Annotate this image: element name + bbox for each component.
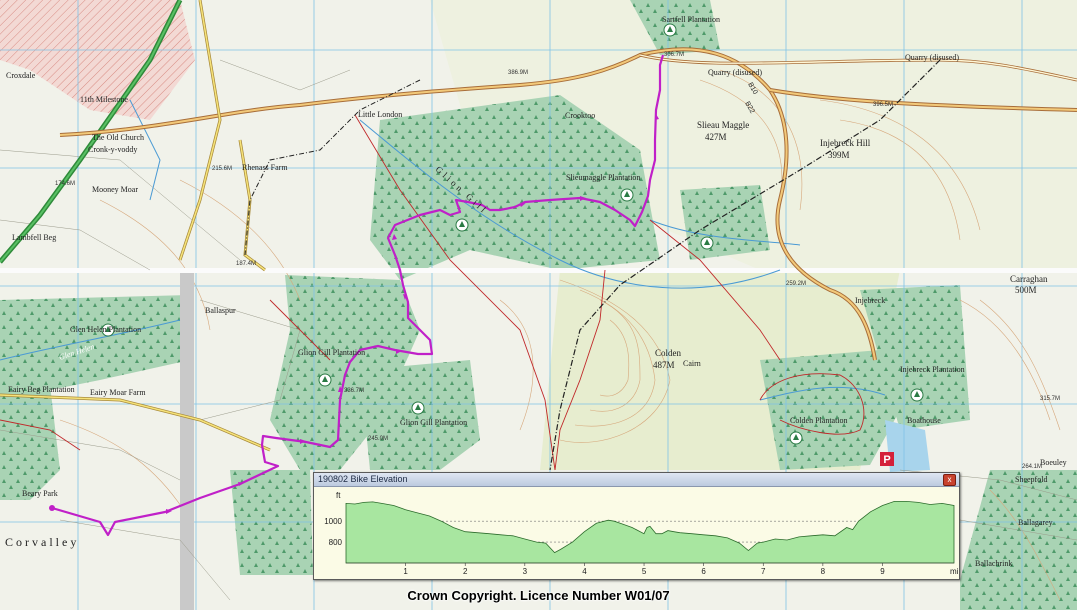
place-injebreck: Injebreck [855, 296, 885, 305]
place-the-old-church: The Old Church [92, 133, 144, 142]
place-beary-park: Beary Park [22, 489, 58, 498]
spot-height: 386.9M [508, 70, 528, 76]
place-colden-plantation: Colden Plantation [790, 416, 848, 425]
x-tick-label: 7 [761, 567, 766, 576]
elevation-window-titlebar[interactable]: 190802 Bike Elevation x [314, 473, 959, 487]
place-ballachrink: Ballachrink [975, 559, 1012, 568]
place-mooney-moar: Mooney Moar [92, 185, 138, 194]
place-injebreck-plantation: Injebreck Plantation [900, 365, 965, 374]
place-slieumaggle-plantation: Slieumaggle Plantation [566, 173, 640, 182]
place-corvalley: Croxdale [6, 71, 36, 80]
place-injebreck-hill: Injebreck Hill [820, 138, 871, 148]
x-tick-label: 5 [642, 567, 647, 576]
place-sartfell-plantation: Sartfell Plantation [662, 15, 720, 24]
place-colden-height: 487M [653, 360, 675, 370]
elevation-profile-window[interactable]: 190802 Bike Elevation x 800 1000 12345678… [313, 472, 960, 580]
spot-height: 215.6M [212, 166, 232, 172]
spot-height: 245.0M [368, 436, 388, 442]
close-button[interactable]: x [943, 474, 956, 486]
south-plantation-area [230, 470, 313, 575]
place-slieau-maggle-height: 427M [705, 132, 727, 142]
x-axis-label: mi [950, 567, 959, 576]
spot-height: 259.2M [786, 281, 806, 287]
place-colden: Colden [655, 348, 681, 358]
route-start-marker[interactable] [49, 505, 55, 511]
place-glen-helen-plantation: Glen Helen Plantation [70, 325, 141, 334]
y-tick-label: 800 [329, 538, 343, 547]
place-cairn: Cairn [683, 359, 701, 368]
place-ballagarey: Ballagarey [1018, 518, 1053, 527]
x-tick-label: 3 [523, 567, 528, 576]
spot-height: 306.7M [664, 52, 684, 58]
place-cronk-y-voddy: Cronk-y-voddy [88, 145, 137, 154]
place-ballaspur: Ballaspur [205, 306, 236, 315]
place-carraghan: Carraghan [1010, 274, 1048, 284]
spot-height: 396.5M [873, 102, 893, 108]
parking-label: P [883, 454, 890, 466]
place-crooktoo: Crooktoo [565, 111, 595, 120]
place-little-london: Little London [358, 110, 402, 119]
spot-height: 264.1M [1022, 464, 1042, 470]
elevation-window-title: 190802 Bike Elevation [318, 474, 408, 484]
elevation-chart: 800 1000 1 2 3 4 5 6 7 8 9 ft mi [314, 487, 959, 579]
place-rhenass: Rhenass Farm [242, 163, 288, 172]
place-eairy-beg-plantation: Eairy Beg Plantation [8, 385, 75, 394]
place-carraghan-height: 500M [1015, 285, 1037, 295]
plantation-east-area [680, 185, 770, 260]
x-tick-label: 4 [582, 567, 587, 576]
x-tick-label: 9 [880, 567, 885, 576]
place-boathouse: Boathouse [907, 416, 941, 425]
x-tick-label: 1 [403, 567, 408, 576]
tile-seam-horizontal [0, 268, 1077, 273]
spot-height: 174.6M [55, 181, 75, 187]
place-quarry-disused: Quarry (disused) [708, 68, 762, 77]
spot-height: 315.7M [1040, 396, 1060, 402]
copyright-notice: Crown Copyright. Licence Number W01/07 [407, 588, 670, 603]
x-tick-label: 6 [701, 567, 706, 576]
place-slieau-maggle: Slieau Maggle [697, 120, 749, 130]
spot-height: 336.7M [344, 388, 364, 394]
place-quarry-disused-2: Quarry (disused) [905, 53, 959, 62]
place-sheepfold: Sheepfold [1015, 475, 1047, 484]
x-tick-label: 8 [821, 567, 826, 576]
place-ist: Corvalley [5, 535, 79, 549]
y-tick-label: 1000 [324, 517, 342, 526]
place-boeuley: Boeuley [1040, 458, 1067, 467]
spot-height: 187.4M [236, 261, 256, 267]
place-injebreck-hill-height: 399M [828, 150, 850, 160]
place-glion-gill-plantation: Glion Gill Plantation [298, 348, 365, 357]
tile-seam-vertical [180, 273, 194, 610]
x-tick-label: 2 [463, 567, 468, 576]
place-croxdale: 11th Milestone [80, 95, 128, 104]
y-axis-label: ft [336, 491, 341, 500]
place-lambfell-beg: Lambfell Beg [12, 233, 56, 242]
place-eairy-moar-farm: Eairy Moar Farm [90, 388, 146, 397]
place-glion-gill-plantation-2: Glion Gill Plantation [400, 418, 467, 427]
glion-gill-plantation-2-area [360, 360, 480, 470]
